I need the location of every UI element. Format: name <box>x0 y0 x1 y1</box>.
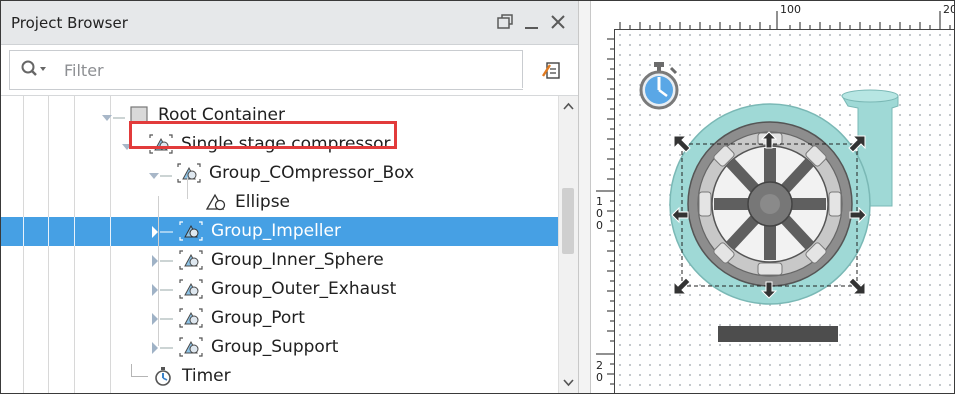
tree-item-label: Group_Port <box>211 308 305 328</box>
filter-row: Filter <box>1 45 578 96</box>
expanded-arrow-icon[interactable] <box>122 139 146 158</box>
vertical-ruler: 1 0 0 2 0 <box>592 29 615 393</box>
timer-icon <box>153 367 173 391</box>
tree-item-label: Root Container <box>158 105 285 125</box>
tree-item-timer[interactable]: Timer <box>1 362 561 391</box>
horizontal-ruler: 100 20 <box>592 1 954 30</box>
filter-separator <box>522 50 523 88</box>
project-tree: Root Container Single stage compressor G… <box>1 96 561 393</box>
tree-scrollbar[interactable] <box>558 96 578 393</box>
tree-item-label: Single stage compressor <box>181 134 391 154</box>
group-icon <box>179 337 203 361</box>
tree-connector <box>187 177 188 199</box>
collapsed-arrow-icon[interactable] <box>151 340 175 359</box>
scroll-thumb[interactable] <box>562 188 574 254</box>
tree-item-single-stage-compressor[interactable]: Single stage compressor <box>1 130 561 159</box>
panel-title: Project Browser <box>11 14 128 32</box>
tree-guide-line <box>110 217 111 246</box>
filter-input[interactable]: Filter <box>9 50 523 90</box>
compressor-component[interactable] <box>652 86 912 346</box>
filter-placeholder: Filter <box>64 61 104 80</box>
expanded-arrow-icon[interactable] <box>102 110 126 129</box>
tree-item-group-inner-sphere[interactable]: Group_Inner_Sphere <box>1 246 561 275</box>
minimize-icon[interactable] <box>521 10 543 34</box>
tree-item-group-port[interactable]: Group_Port <box>1 304 561 333</box>
tree-guide-line <box>23 217 24 246</box>
tree-item-group-compressor-box[interactable]: Group_COmpressor_Box <box>1 159 561 188</box>
collapsed-arrow-icon[interactable] <box>151 253 175 272</box>
tree-item-label: Group_COmpressor_Box <box>209 163 415 183</box>
scroll-down-icon[interactable] <box>559 373 578 391</box>
tree-connector <box>131 364 148 377</box>
group-icon <box>179 221 203 245</box>
tree-item-label: Group_Inner_Sphere <box>211 250 384 270</box>
group-icon <box>179 250 203 274</box>
tree-item-label: Group_Support <box>211 337 339 357</box>
scroll-up-icon[interactable] <box>559 98 578 116</box>
tree-item-group-impeller[interactable]: Group_Impeller <box>1 217 561 246</box>
group-icon <box>179 308 203 332</box>
collapsed-arrow-icon[interactable] <box>151 282 175 301</box>
ruler-label: 0 <box>596 219 603 232</box>
collapsed-arrow-icon[interactable] <box>151 224 175 243</box>
project-browser-panel: Project Browser Filter Root Container Si… <box>1 1 578 393</box>
group-icon <box>149 134 173 158</box>
tree-item-label: Group_Impeller <box>211 221 341 241</box>
group-icon <box>177 163 201 187</box>
tree-guide-line <box>74 217 75 246</box>
panel-header: Project Browser <box>1 1 578 45</box>
tree-connector <box>158 196 159 346</box>
close-icon[interactable] <box>547 10 569 34</box>
tree-item-ellipse[interactable]: Ellipse <box>1 188 561 217</box>
ruler-label: 20 <box>943 3 954 16</box>
search-icon[interactable] <box>20 59 52 85</box>
expanded-arrow-icon[interactable] <box>149 168 173 187</box>
tree-item-label: Ellipse <box>235 192 291 212</box>
ruler-label: 100 <box>780 3 801 16</box>
ruler-ticks <box>619 11 951 29</box>
ruler-label: 0 <box>596 371 603 384</box>
designer-canvas-area: 100 20 <box>592 1 954 393</box>
tree-item-group-support[interactable]: Group_Support <box>1 333 561 362</box>
tree-guide-line <box>48 217 49 246</box>
panel-divider[interactable] <box>578 1 591 393</box>
group-icon <box>179 279 203 303</box>
tree-item-root-container[interactable]: Root Container <box>1 101 561 130</box>
collapsed-arrow-icon[interactable] <box>151 311 175 330</box>
app-window: Project Browser Filter Root Container Si… <box>0 0 955 394</box>
shape-icon <box>204 192 228 216</box>
float-panel-icon[interactable] <box>494 10 516 34</box>
filter-options-icon[interactable] <box>541 60 563 86</box>
tree-item-group-outer-exhaust[interactable]: Group_Outer_Exhaust <box>1 275 561 304</box>
tree-item-label: Timer <box>182 366 231 386</box>
container-icon <box>129 105 149 129</box>
tree-item-label: Group_Outer_Exhaust <box>211 279 397 299</box>
